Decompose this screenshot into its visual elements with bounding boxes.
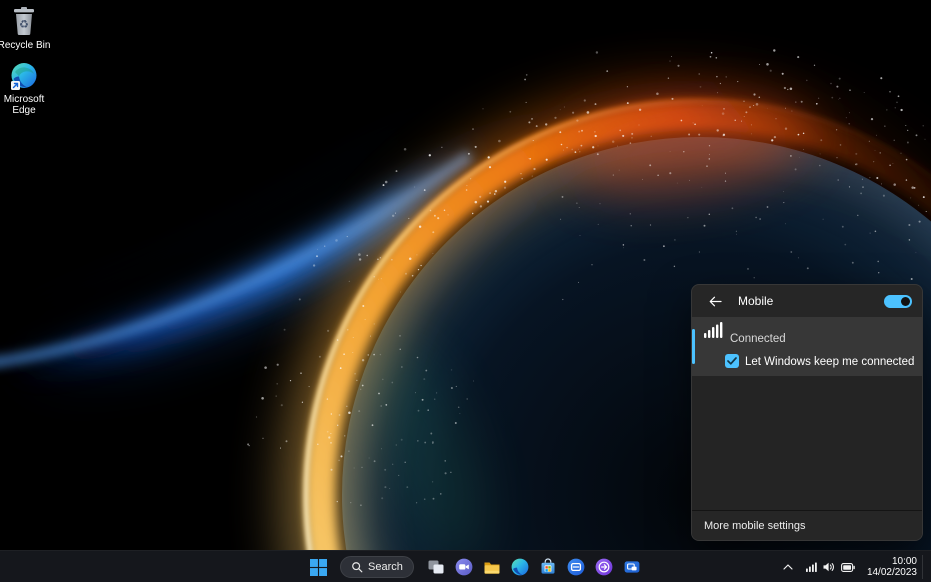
checkmark-icon [727,357,737,365]
search-icon [352,562,363,573]
selected-accent-bar [692,329,695,364]
microsoft-store-icon [541,558,555,574]
battery-icon [840,562,855,572]
keep-connected-checkbox[interactable] [725,354,739,368]
desktop-icon-label: Recycle Bin [0,40,51,51]
get-started-icon [595,558,613,576]
desktop-icon-recycle-bin[interactable]: ♻ Recycle Bin [0,5,52,51]
phone-link-button[interactable] [620,555,644,579]
windows-start-icon [309,558,327,576]
more-mobile-settings-link[interactable]: More mobile settings [692,510,922,540]
flyout-title: Mobile [738,294,774,308]
arrow-left-icon [709,296,722,306]
keep-connected-label: Let Windows keep me connected [745,356,915,368]
chevron-up-icon [783,564,793,570]
recycle-bin-icon: ♻ [14,7,34,35]
toggle-knob [901,296,910,306]
get-started-button[interactable] [592,555,616,579]
clock[interactable]: 10:00 14/02/2023 [867,556,919,579]
speaker-icon [823,562,834,572]
edge-button[interactable] [508,555,532,579]
cellular-tray-icon [805,562,817,572]
chat-icon [455,558,473,576]
search-label: Search [368,561,403,573]
clock-time: 10:00 [891,555,917,567]
connection-item[interactable]: Connected Let Windows keep me connected [692,317,922,376]
desktop-icon-label: Microsoft Edge [3,94,45,116]
desktop: ♻ Recycle Bin Microsoft Edge Mobile Conn… [0,0,931,582]
system-tray: 10:00 14/02/2023 [779,551,927,582]
clock-date: 14/02/2023 [866,567,917,578]
file-explorer-icon [484,562,500,574]
start-button[interactable] [306,555,330,579]
microsoft-store-button[interactable] [536,555,560,579]
chat-button[interactable] [452,555,476,579]
desktop-icon-microsoft-edge[interactable]: Microsoft Edge [0,62,52,116]
taskbar-center-group: Search [306,555,644,579]
cellular-signal-icon [704,322,723,338]
mobile-toggle[interactable] [884,294,912,308]
task-view-button[interactable] [424,555,448,579]
connection-status: Connected [730,333,786,345]
quick-assist-icon [567,558,585,576]
flyout-body [692,376,922,510]
taskbar: Search 10:00 14/02/2023 [0,550,931,582]
svg-text:♻: ♻ [19,19,29,31]
flyout-header: Mobile [692,285,922,317]
network-volume-battery-group[interactable] [799,555,862,579]
search-box[interactable]: Search [340,556,414,578]
file-explorer-button[interactable] [480,555,504,579]
quick-assist-button[interactable] [564,555,588,579]
edge-icon [10,63,36,90]
edge-taskbar-icon [511,558,529,576]
phone-link-icon [624,561,640,573]
back-button[interactable] [702,289,728,313]
hidden-icons-button[interactable] [779,555,797,579]
task-view-icon [428,560,444,574]
show-desktop-button[interactable] [922,555,927,579]
mobile-settings-flyout: Mobile Connected Let Windows keep me con… [691,284,923,541]
